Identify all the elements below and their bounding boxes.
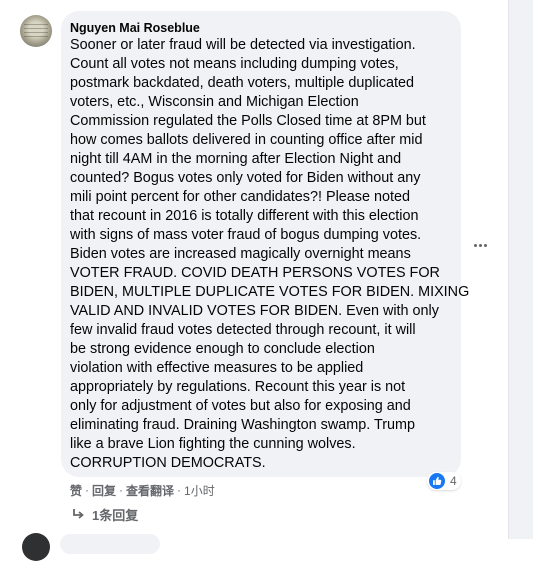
comment-line: Biden votes are increased magically over… — [70, 246, 411, 262]
comment-line: CORRUPTION DEMOCRATS. — [70, 455, 266, 471]
comment-line: eliminating fraud. Draining Washington s… — [70, 417, 415, 433]
reaction-summary[interactable]: 4 — [427, 472, 461, 490]
comment-line: only for adjustment of votes but also fo… — [70, 398, 411, 414]
right-panel-edge — [509, 0, 533, 539]
next-comment-avatar[interactable] — [22, 533, 50, 561]
next-comment-bubble — [60, 534, 160, 554]
like-link[interactable]: 赞 — [70, 482, 82, 499]
comment-line: be strong evidence enough to conclude el… — [70, 341, 375, 357]
view-replies-button[interactable]: 1条回复 — [72, 505, 138, 523]
comment-line: few invalid fraud votes detected through… — [70, 322, 416, 338]
separator-dot: · — [85, 483, 90, 497]
comment-line: postmark backdated, death voters, multip… — [70, 75, 414, 91]
comment-line: BIDEN, MULTIPLE DUPLICATE VOTES FOR BIDE… — [70, 284, 470, 300]
comment-timestamp[interactable]: 1小时 — [184, 482, 215, 499]
comment-actions: 赞 · 回复 · 查看翻译 · 1小时 — [70, 482, 215, 498]
comment-text: Sooner or later fraud will be detected v… — [70, 36, 470, 473]
comment-line: night till 4AM in the morning after Elec… — [70, 151, 402, 167]
reaction-count: 4 — [450, 474, 457, 488]
comment-line: mili point percent for other candidates?… — [70, 189, 410, 205]
comment-line: voters, etc., Wisconsin and Michigan Ele… — [70, 94, 359, 110]
more-options-icon[interactable] — [473, 239, 489, 253]
comment-author[interactable]: Nguyen Mai Roseblue — [70, 21, 200, 35]
comment-line: how comes ballots delivered in counting … — [70, 132, 423, 148]
reply-arrow-icon — [73, 509, 84, 519]
comment-line: Count all votes not means including dump… — [70, 56, 399, 72]
comment-line: VALID AND INVALID VOTES FOR BIDEN. Even … — [70, 303, 439, 319]
reply-link[interactable]: 回复 — [92, 482, 116, 499]
comment-line: VOTER FRAUD. COVID DEATH PERSONS VOTES F… — [70, 265, 440, 281]
comment-line: counted? Bogus votes only voted for Bide… — [70, 170, 421, 186]
comment-line: violation with effective measures to be … — [70, 360, 364, 376]
see-translation-link[interactable]: 查看翻译 — [126, 482, 174, 499]
comment-line: Commission regulated the Polls Closed ti… — [70, 113, 426, 129]
replies-count-label: 1条回复 — [92, 507, 139, 523]
comment-line: with signs of mass voter fraud of bogus … — [70, 227, 422, 243]
comment-line: Sooner or later fraud will be detected v… — [70, 37, 416, 53]
separator-dot: · — [119, 483, 124, 497]
separator-dot: · — [177, 483, 182, 497]
comment-line: that recount in 2016 is totally differen… — [70, 208, 419, 224]
avatar[interactable] — [20, 15, 52, 47]
comment-line: like a brave Lion fighting the cunning w… — [70, 436, 356, 452]
comment-line: appropriately by regulations. Recount th… — [70, 379, 406, 395]
like-reaction-icon — [429, 473, 445, 489]
